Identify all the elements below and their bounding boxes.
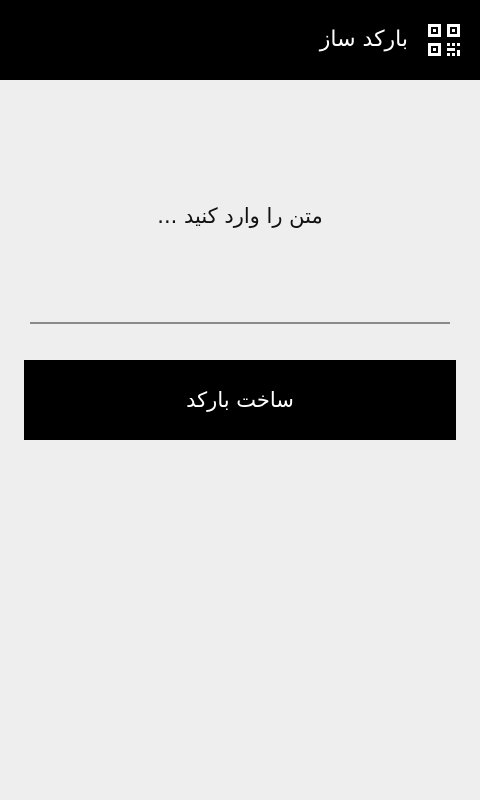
input-prompt-label: متن را وارد کنید ... <box>157 204 323 228</box>
qr-code-icon <box>428 24 460 56</box>
barcode-maker-screen: بارکد ساز متن را وارد کنید ... ساخت بارک… <box>0 0 480 800</box>
app-bar: بارکد ساز <box>0 0 480 80</box>
barcode-text-input[interactable] <box>30 270 450 324</box>
app-title: بارکد ساز <box>319 27 408 52</box>
build-barcode-button[interactable]: ساخت بارکد <box>24 360 456 440</box>
